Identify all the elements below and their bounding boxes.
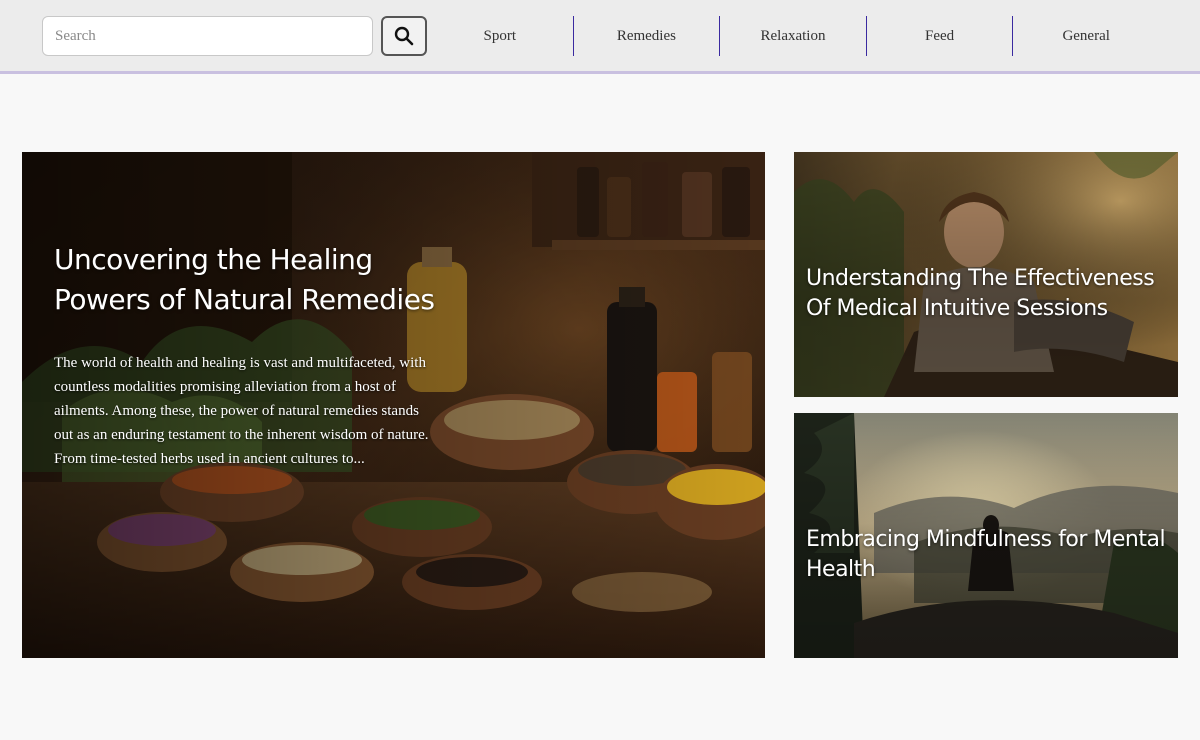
- featured-article-excerpt: The world of health and healing is vast …: [54, 355, 429, 467]
- nav-item-remedies[interactable]: Remedies: [572, 16, 720, 56]
- nav-item-relaxation[interactable]: Relaxation: [719, 16, 866, 56]
- featured-article-card[interactable]: Uncovering the Healing Powers of Natural…: [22, 152, 765, 658]
- featured-article-title[interactable]: Uncovering the Healing Powers of Natural…: [54, 240, 474, 320]
- article-title[interactable]: Understanding The Effectiveness Of Medic…: [806, 264, 1171, 324]
- nav-item-general[interactable]: General: [1012, 16, 1159, 56]
- article-card-mindfulness[interactable]: Embracing Mindfulness for Mental Health: [794, 413, 1178, 658]
- top-navigation-bar: Sport Remedies Relaxation Feed General: [0, 0, 1200, 74]
- nav-item-sport[interactable]: Sport: [427, 16, 573, 56]
- search-icon: [394, 26, 414, 46]
- article-card-medical-intuitive[interactable]: Understanding The Effectiveness Of Medic…: [794, 152, 1178, 397]
- nav-item-feed[interactable]: Feed: [865, 16, 1013, 56]
- search-button[interactable]: [381, 16, 427, 56]
- category-nav: Sport Remedies Relaxation Feed General: [427, 16, 1159, 56]
- search-input[interactable]: [42, 16, 373, 56]
- article-title[interactable]: Embracing Mindfulness for Mental Health: [806, 525, 1171, 585]
